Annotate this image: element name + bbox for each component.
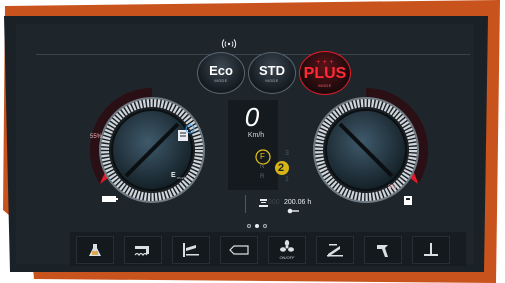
pager-dot-active[interactable] bbox=[255, 224, 259, 228]
key-icon bbox=[287, 208, 299, 214]
ground-icon bbox=[424, 243, 438, 256]
std-mode-button[interactable]: STD MODE bbox=[248, 52, 296, 94]
fan-icon bbox=[280, 240, 294, 252]
ground-button[interactable] bbox=[412, 236, 450, 264]
pto-icon bbox=[377, 245, 388, 257]
top-divider bbox=[36, 54, 470, 55]
hitch-icon bbox=[134, 246, 149, 257]
std-mode-sub: MODE bbox=[265, 77, 279, 83]
std-mode-label: STD bbox=[259, 62, 285, 78]
gear-lower: 1 bbox=[285, 176, 289, 183]
battery-icon bbox=[102, 196, 120, 204]
fuel-icon bbox=[403, 195, 413, 205]
plus-mode-label: PLUS bbox=[303, 64, 347, 82]
plow-depth-icon bbox=[183, 243, 199, 257]
left-gauge-badge: E bbox=[171, 172, 176, 179]
gear-neutral: N bbox=[260, 164, 265, 170]
eco-mode-sub: MODE bbox=[214, 77, 228, 83]
gear-forward: F bbox=[260, 152, 265, 161]
speed-unit: Km/h bbox=[247, 132, 265, 139]
fan-button-label: ON/OFF bbox=[279, 255, 295, 260]
hour-meter-icon bbox=[259, 199, 268, 207]
left-gauge-badge-sub: mode bbox=[177, 175, 188, 180]
dashboard-stage: Eco MODE STD MODE + + + PLUS MODE 55% E … bbox=[0, 0, 505, 283]
left-gauge-level-label: 55% bbox=[90, 134, 103, 140]
pager-dot[interactable] bbox=[247, 224, 251, 228]
pager-dot[interactable] bbox=[263, 224, 267, 228]
hours-divider bbox=[245, 195, 246, 213]
wireless-signal-icon bbox=[221, 39, 237, 48]
fan-button[interactable]: ON/OFF bbox=[268, 236, 306, 264]
gear-reverse: R bbox=[260, 174, 265, 180]
implement-icon bbox=[229, 245, 249, 255]
implement-button[interactable] bbox=[220, 236, 258, 264]
eco-mode-label: Eco bbox=[209, 62, 233, 78]
lift-arm-icon bbox=[327, 244, 343, 257]
lift-arm-button[interactable] bbox=[316, 236, 354, 264]
hitch-button[interactable] bbox=[124, 236, 162, 264]
flask-icon bbox=[89, 244, 101, 256]
gear-upper: 3 bbox=[285, 150, 289, 157]
gear-current: 2 bbox=[278, 162, 285, 174]
speed-value: 0 bbox=[244, 102, 260, 132]
hours-dim-digits: 000 bbox=[268, 199, 280, 206]
plow-depth-button[interactable] bbox=[172, 236, 210, 264]
pto-button[interactable] bbox=[364, 236, 402, 264]
hours-value: 200.06 h bbox=[284, 199, 312, 206]
right-gauge-level-label: 30l bbox=[388, 185, 397, 191]
info-icon[interactable] bbox=[186, 126, 194, 134]
lab-flask-button[interactable] bbox=[76, 236, 114, 264]
pager bbox=[243, 223, 273, 229]
